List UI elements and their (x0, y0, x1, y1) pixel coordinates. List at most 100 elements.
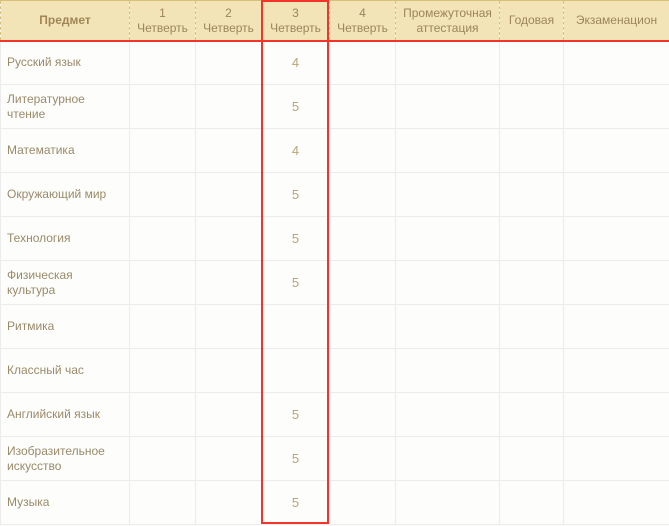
grade-cell-interim (396, 437, 500, 481)
grade-cell-exam (564, 349, 669, 393)
col-quarter-3[interactable]: 3 Четверть (262, 1, 330, 41)
grade-cell-exam (564, 261, 669, 305)
header-row: Предмет 1 Четверть 2 Четверть 3 Четверть… (1, 1, 669, 41)
grade-cell-q2 (196, 481, 262, 525)
subject-cell: Музыка (1, 481, 130, 525)
table-row[interactable]: Окружающий мир5 (1, 173, 669, 217)
grade-cell-exam (564, 217, 669, 261)
grade-cell-annual (500, 349, 564, 393)
col-quarter-1-num: 1 (134, 6, 191, 20)
grade-cell-q3: 5 (262, 481, 330, 525)
table-row[interactable]: Английский язык 5 (1, 393, 669, 437)
grade-cell-q4 (330, 85, 396, 129)
grade-cell-q4 (330, 129, 396, 173)
col-quarter-2[interactable]: 2 Четверть (196, 1, 262, 41)
grade-cell-q4 (330, 481, 396, 525)
col-quarter-2-num: 2 (200, 6, 257, 20)
grade-cell-q4 (330, 305, 396, 349)
col-quarter-3-lbl: Четверть (266, 21, 325, 35)
grade-cell-annual (500, 437, 564, 481)
grade-cell-q4 (330, 349, 396, 393)
grade-cell-interim (396, 261, 500, 305)
grade-cell-q2 (196, 349, 262, 393)
grade-cell-annual (500, 41, 564, 85)
subject-cell: Технология (1, 217, 130, 261)
grade-cell-q3 (262, 305, 330, 349)
grade-cell-annual (500, 217, 564, 261)
grade-cell-interim (396, 349, 500, 393)
grade-cell-annual (500, 305, 564, 349)
subject-cell: Физическая культура (1, 261, 130, 305)
table-row[interactable]: Математика 4 (1, 129, 669, 173)
grade-cell-q2 (196, 217, 262, 261)
col-annual[interactable]: Годовая (500, 1, 564, 41)
col-interim-b: аттестация (400, 21, 495, 35)
grade-cell-q2 (196, 393, 262, 437)
subject-cell: Литературное чтение (1, 85, 130, 129)
table-row[interactable]: Литературное чтение5 (1, 85, 669, 129)
col-quarter-4[interactable]: 4 Четверть (330, 1, 396, 41)
col-subject[interactable]: Предмет (1, 1, 130, 41)
grade-cell-exam (564, 129, 669, 173)
grade-cell-q2 (196, 129, 262, 173)
grade-cell-q4 (330, 437, 396, 481)
grades-table: Предмет 1 Четверть 2 Четверть 3 Четверть… (0, 0, 669, 525)
col-exam[interactable]: Экзаменацион (564, 1, 669, 41)
grade-cell-annual (500, 261, 564, 305)
grade-cell-q3: 4 (262, 129, 330, 173)
subject-cell: Русский язык (1, 41, 130, 85)
grade-cell-q1 (130, 349, 196, 393)
grade-cell-q2 (196, 261, 262, 305)
grade-cell-q1 (130, 305, 196, 349)
col-interim-a: Промежуточная (400, 6, 495, 20)
grade-cell-interim (396, 481, 500, 525)
grade-cell-q3: 5 (262, 173, 330, 217)
grade-cell-q1 (130, 85, 196, 129)
grade-cell-q1 (130, 41, 196, 85)
col-quarter-2-lbl: Четверть (200, 21, 257, 35)
grade-cell-exam (564, 437, 669, 481)
table-row[interactable]: Ритмика (1, 305, 669, 349)
grade-cell-q3: 5 (262, 261, 330, 305)
subject-cell: Английский язык (1, 393, 130, 437)
grade-cell-interim (396, 41, 500, 85)
grade-cell-q4 (330, 217, 396, 261)
grade-cell-exam (564, 393, 669, 437)
grade-cell-interim (396, 393, 500, 437)
grade-cell-interim (396, 173, 500, 217)
grade-cell-annual (500, 481, 564, 525)
table-row[interactable]: Музыка 5 (1, 481, 669, 525)
grade-cell-exam (564, 173, 669, 217)
grade-cell-q4 (330, 261, 396, 305)
subject-cell: Ритмика (1, 305, 130, 349)
grade-cell-interim (396, 129, 500, 173)
grade-cell-q3: 5 (262, 437, 330, 481)
table-row[interactable]: Физическая культура 5 (1, 261, 669, 305)
grade-cell-q4 (330, 173, 396, 217)
table-row[interactable]: Технология5 (1, 217, 669, 261)
subject-cell: Математика (1, 129, 130, 173)
grade-cell-interim (396, 305, 500, 349)
col-quarter-3-num: 3 (266, 6, 325, 20)
grade-cell-interim (396, 85, 500, 129)
col-quarter-1[interactable]: 1 Четверть (130, 1, 196, 41)
grade-cell-q1 (130, 173, 196, 217)
table-row[interactable]: Изобразительное искусство5 (1, 437, 669, 481)
grade-cell-q2 (196, 85, 262, 129)
grade-cell-q1 (130, 261, 196, 305)
table-row[interactable]: Классный час (1, 349, 669, 393)
grade-cell-q1 (130, 217, 196, 261)
grade-cell-q3: 5 (262, 393, 330, 437)
grade-cell-annual (500, 85, 564, 129)
grade-cell-q1 (130, 437, 196, 481)
grade-cell-interim (396, 217, 500, 261)
grade-cell-annual (500, 393, 564, 437)
grade-cell-q3: 4 (262, 41, 330, 85)
grade-cell-exam (564, 481, 669, 525)
table-row[interactable]: Русский язык 4 (1, 41, 669, 85)
col-interim[interactable]: Промежуточная аттестация (396, 1, 500, 41)
grade-cell-q2 (196, 305, 262, 349)
grade-cell-q3 (262, 349, 330, 393)
grade-cell-q1 (130, 129, 196, 173)
grade-cell-annual (500, 173, 564, 217)
